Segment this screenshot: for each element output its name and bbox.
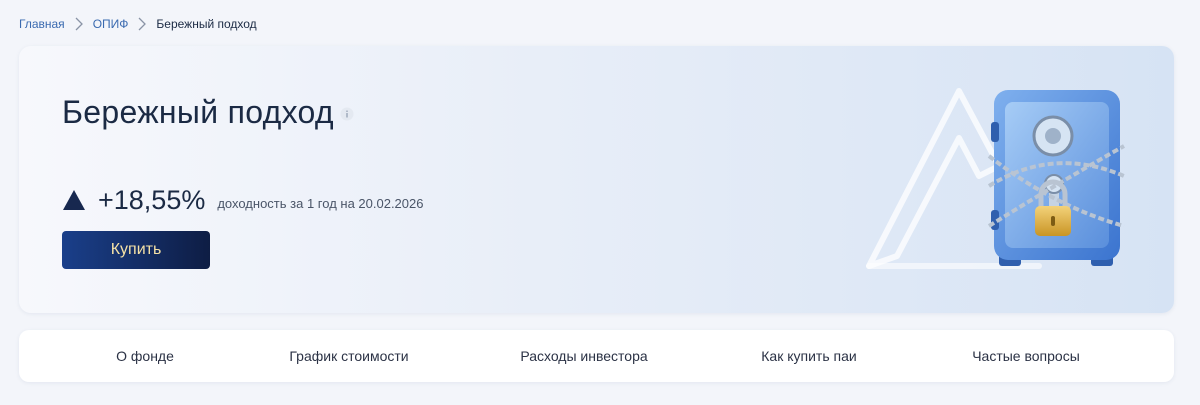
yield-caption: доходность за 1 год на 20.02.2026 (217, 196, 424, 211)
page-title: Бережный подход (62, 94, 334, 130)
fund-section-nav: О фонде График стоимости Расходы инвесто… (19, 330, 1174, 382)
breadcrumb: Главная ОПИФ Бережный подход (19, 16, 257, 32)
breadcrumb-home-link[interactable]: Главная (19, 17, 65, 31)
breadcrumb-current: Бережный подход (156, 17, 257, 31)
tab-how-to-buy[interactable]: Как купить паи (761, 330, 856, 382)
tab-about-fund[interactable]: О фонде (116, 330, 174, 382)
tab-price-chart[interactable]: График стоимости (289, 330, 408, 382)
chevron-right-icon (65, 16, 93, 32)
triangle-up-icon (62, 189, 86, 211)
chevron-right-icon (128, 16, 156, 32)
yield-value: +18,55% (98, 185, 206, 215)
safe-illustration (866, 88, 1125, 269)
breadcrumb-opif-link[interactable]: ОПИФ (93, 17, 129, 31)
fund-hero-card: Бережный подход +18,55% доходность за 1 … (19, 46, 1174, 313)
tab-investor-costs[interactable]: Расходы инвестора (520, 330, 647, 382)
buy-button[interactable]: Купить (62, 231, 210, 269)
info-icon[interactable] (340, 107, 354, 121)
tab-faq[interactable]: Частые вопросы (972, 330, 1080, 382)
yield-row: +18,55% доходность за 1 год на 20.02.202… (62, 185, 423, 215)
